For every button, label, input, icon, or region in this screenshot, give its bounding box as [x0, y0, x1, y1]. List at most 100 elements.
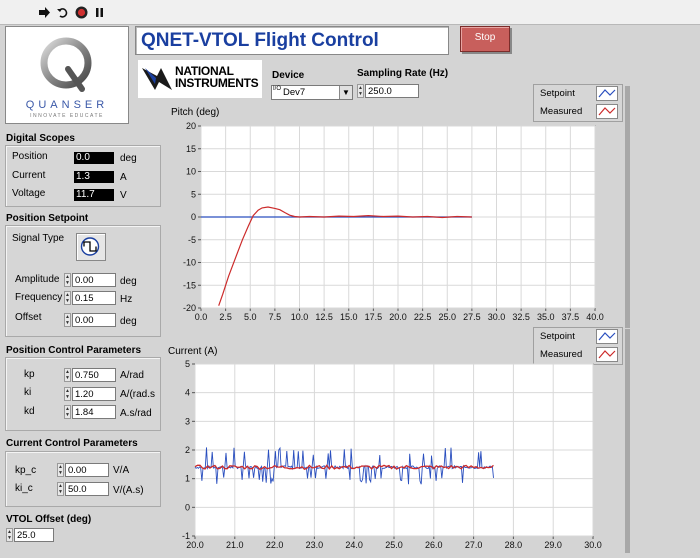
- kp-input[interactable]: 0.750: [72, 368, 116, 382]
- offset-label: Offset: [15, 312, 42, 323]
- kp-c-unit: V/A: [113, 465, 130, 476]
- sampling-rate-label: Sampling Rate (Hz): [357, 68, 449, 79]
- current-tick-label-x: 30.0: [584, 540, 602, 550]
- ki-label: ki: [24, 387, 32, 398]
- run-arrow-icon[interactable]: [38, 6, 51, 19]
- kd-unit: A.s/rad: [120, 408, 152, 419]
- pitch-tick-label-x: 10.0: [291, 312, 309, 322]
- ni-eagle-icon: [142, 68, 172, 90]
- kd-spinner[interactable]: ▲ ▼: [64, 405, 71, 419]
- pitch-tick-label-x: 37.5: [562, 312, 580, 322]
- pitch-tick-label-y: -20: [183, 303, 196, 313]
- sampling-rate-spinner[interactable]: ▲ ▼: [357, 84, 364, 98]
- offset-input[interactable]: 0.00: [72, 313, 116, 327]
- pitch-legend-measured[interactable]: Measured: [534, 103, 620, 120]
- device-label: Device: [272, 70, 305, 81]
- current-legend-setpoint[interactable]: Setpoint: [534, 328, 620, 345]
- kp-c-input[interactable]: 0.00: [65, 463, 109, 477]
- ki-input[interactable]: 1.20: [72, 387, 116, 401]
- ki-c-spinner[interactable]: ▲ ▼: [57, 482, 64, 496]
- ki-unit: A/(rad.s: [120, 389, 156, 400]
- pitch-tick-label-x: 27.5: [463, 312, 481, 322]
- current-tick-label-x: 23.0: [306, 540, 324, 550]
- kp-c-spinner[interactable]: ▲ ▼: [57, 463, 64, 477]
- kp-spinner[interactable]: ▲ ▼: [64, 368, 71, 382]
- current-chart: 20.0 21.0 22.0 23.0 24.0 25.0 26.0 27.0 28.0 29.0…: [182, 359, 602, 550]
- position-setpoint-title: Position Setpoint: [6, 213, 89, 224]
- pitch-tick-label-x: 15.0: [340, 312, 358, 322]
- device-value: Dev7: [283, 87, 306, 98]
- voltage-unit: V: [120, 190, 127, 201]
- current-unit: A: [120, 172, 127, 183]
- current-label: Current: [12, 170, 46, 181]
- current-tick-label-x: 27.0: [465, 540, 483, 550]
- frequency-label: Frequency: [15, 292, 63, 303]
- current-tick-label-y: 3: [185, 416, 190, 426]
- kp-label: kp: [24, 369, 35, 380]
- pitch-tick-label-y: 20: [186, 121, 196, 131]
- ki-spinner[interactable]: ▲ ▼: [64, 387, 71, 401]
- ni-line2: INSTRUMENTS: [175, 76, 259, 90]
- frequency-unit: Hz: [120, 294, 133, 305]
- ki-c-input[interactable]: 50.0: [65, 482, 109, 496]
- pitch-tick-label-y: 0: [191, 212, 196, 222]
- toolbar: [0, 0, 700, 25]
- current-tick-label-x: 20.0: [186, 540, 204, 550]
- current-tick-label-x: 22.0: [266, 540, 284, 550]
- current-tick-label-y: -1: [182, 531, 190, 541]
- pitch-legend-measured-label: Measured: [540, 106, 583, 117]
- pitch-tick-label-x: 32.5: [512, 312, 530, 322]
- amplitude-input[interactable]: 0.00: [72, 273, 116, 287]
- pitch-tick-label-y: -5: [188, 235, 196, 245]
- signal-type-button[interactable]: [76, 233, 106, 261]
- pitch-tick-label-x: 2.5: [219, 312, 232, 322]
- amplitude-spinner[interactable]: ▲ ▼: [64, 273, 71, 287]
- page-title: QNET-VTOL Flight Control: [135, 26, 449, 55]
- setpoint-swatch-icon: [596, 86, 618, 101]
- measured-swatch-icon: [596, 104, 618, 119]
- quanser-logo: QUANSER INNOVATE EDUCATE: [5, 26, 129, 124]
- current-chart-title: Current (A): [168, 346, 218, 357]
- chevron-down-icon[interactable]: ▼: [339, 86, 352, 99]
- kp-unit: A/rad: [120, 370, 144, 381]
- io-icon: I/O: [273, 86, 282, 92]
- pitch-tick-label-x: 22.5: [414, 312, 432, 322]
- run-continuously-icon[interactable]: [56, 6, 69, 19]
- pitch-legend-setpoint-label: Setpoint: [540, 88, 575, 99]
- square-wave-icon: [80, 237, 100, 256]
- kp-c-label: kp_c: [15, 465, 37, 476]
- national-instruments-logo: NATIONAL INSTRUMENTS: [138, 60, 262, 98]
- vtol-offset-title: VTOL Offset (deg): [6, 514, 92, 525]
- pitch-tick-label-x: 30.0: [488, 312, 506, 322]
- pause-icon[interactable]: [93, 6, 106, 19]
- pitch-tick-label-x: 7.5: [269, 312, 282, 322]
- vtol-offset-spinner[interactable]: ▲ ▼: [6, 528, 13, 542]
- device-select[interactable]: I/O Dev7 ▼: [271, 85, 353, 100]
- pitch-tick-label-y: -10: [183, 258, 196, 268]
- sampling-rate-input[interactable]: 250.0: [365, 84, 419, 98]
- pitch-tick-label-x: 17.5: [365, 312, 383, 322]
- kd-label: kd: [24, 406, 35, 417]
- pitch-legend: Setpoint Measured: [533, 84, 623, 122]
- amplitude-unit: deg: [120, 276, 137, 287]
- pitch-tick-label-y: 10: [186, 167, 196, 177]
- frequency-input[interactable]: 0.15: [72, 291, 116, 305]
- signal-type-label: Signal Type: [12, 233, 65, 244]
- pitch-tick-label-y: -15: [183, 280, 196, 290]
- current-tick-label-y: 2: [185, 445, 190, 455]
- position-control-title: Position Control Parameters: [6, 345, 142, 356]
- current-tick-label-x: 26.0: [425, 540, 443, 550]
- frequency-spinner[interactable]: ▲ ▼: [64, 291, 71, 305]
- position-indicator: 0.0: [74, 152, 114, 164]
- abort-stop-icon[interactable]: [75, 6, 88, 19]
- pitch-legend-setpoint[interactable]: Setpoint: [534, 85, 620, 102]
- pitch-tick-label-x: 25.0: [438, 312, 456, 322]
- vtol-offset-input[interactable]: 25.0: [14, 528, 54, 542]
- current-tick-label-x: 29.0: [544, 540, 562, 550]
- setpoint-swatch-icon: [596, 329, 618, 344]
- ki-c-label: ki_c: [15, 483, 33, 494]
- stop-button[interactable]: Stop: [460, 26, 510, 52]
- quanser-brand-text: QUANSER: [25, 99, 109, 111]
- offset-spinner[interactable]: ▲ ▼: [64, 313, 71, 327]
- kd-input[interactable]: 1.84: [72, 405, 116, 419]
